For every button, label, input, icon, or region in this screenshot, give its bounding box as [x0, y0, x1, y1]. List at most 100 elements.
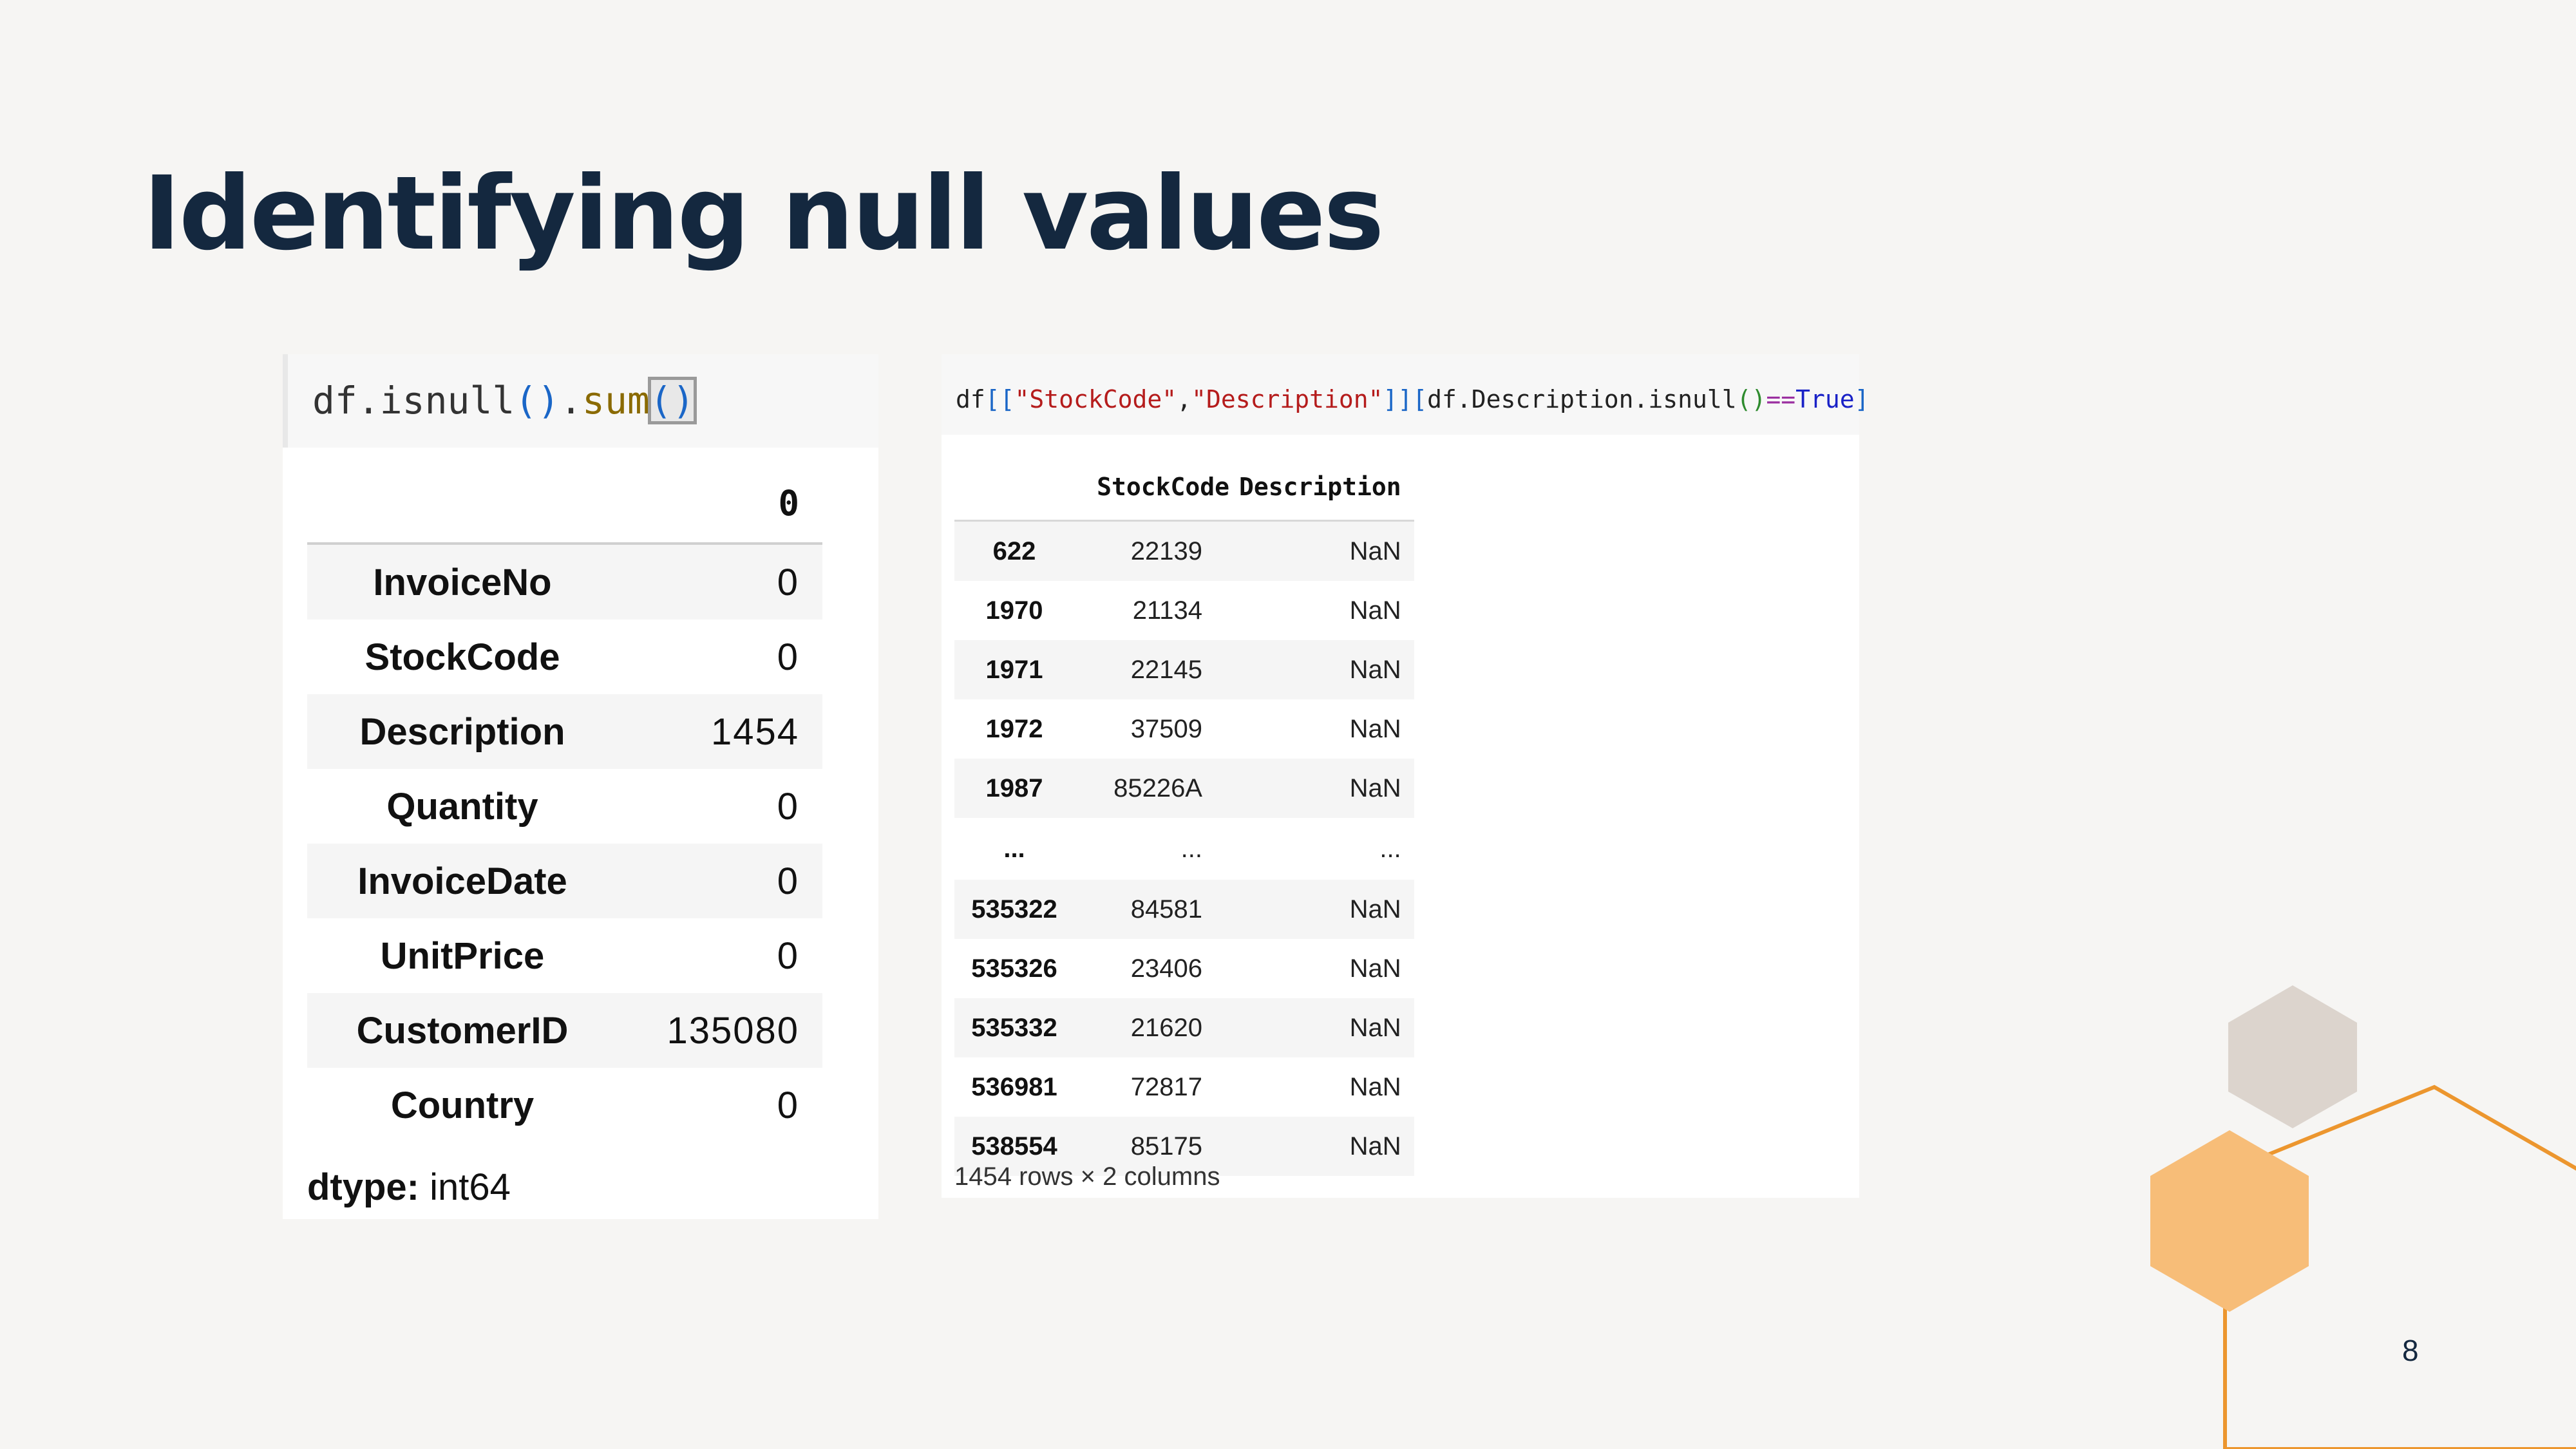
row-value: 0 [777, 1084, 799, 1126]
row-index: InvoiceDate [307, 844, 618, 918]
code-paren-close: ) [672, 379, 695, 422]
stockcode-cell: 21134 [1132, 596, 1202, 625]
description-cell: NaN [1349, 714, 1401, 743]
row-index: Description [307, 694, 618, 769]
table-row: StockCode 0 [307, 620, 822, 694]
code-keyword: True [1795, 385, 1855, 413]
isnull-sum-code: df.isnull().sum() [283, 354, 878, 448]
stockcode-cell: 23406 [1130, 954, 1202, 983]
row-index: 535322 [954, 880, 1074, 939]
table-row: 535322 84581 NaN [954, 880, 1414, 939]
ellipsis-row: ... ... ... [954, 818, 1414, 880]
code-parens: () [1736, 385, 1766, 413]
code-obj: df [312, 379, 357, 422]
row-index: ... [1003, 834, 1025, 863]
code-bracket: ] [1854, 385, 1870, 413]
table-row: CustomerID 135080 [307, 993, 822, 1068]
table-row: 1987 85226A NaN [954, 759, 1414, 818]
code-comma: , [1177, 385, 1192, 413]
table-row: 622 22139 NaN [954, 520, 1414, 581]
code-expression: df.Description.isnull [1427, 385, 1737, 413]
slide-title: Identifying null values [143, 155, 1384, 273]
row-index: 622 [954, 520, 1074, 581]
description-cell: NaN [1238, 998, 1414, 1057]
code-paren-open: ( [649, 379, 672, 422]
table-header-row: StockCode Description [954, 454, 1414, 521]
row-index: InvoiceNo [307, 544, 618, 620]
stockcode-cell: 84581 [1074, 880, 1238, 939]
code-dot: . [560, 379, 583, 422]
row-value: 0 [777, 785, 799, 828]
table-row: UnitPrice 0 [307, 918, 822, 993]
dataframe-table: StockCode Description 622 22139 NaN 1970… [954, 454, 1414, 1176]
code-paren-open: ( [515, 379, 538, 422]
description-cell: NaN [1238, 520, 1414, 581]
stockcode-cell: 37509 [1130, 714, 1202, 743]
description-cell: NaN [1349, 954, 1401, 983]
table-row: Description 1454 [307, 694, 822, 769]
row-value: 0 [618, 544, 822, 620]
description-cell: NaN [1238, 880, 1414, 939]
row-index: Quantity [386, 785, 538, 828]
orange-hexagon-shape [2150, 1130, 2309, 1312]
filter-code: df[["StockCode","Description"]][df.Descr… [942, 354, 1870, 435]
description-cell: NaN [1238, 640, 1414, 699]
row-value: 0 [777, 934, 799, 977]
orange-hexagon-outline [2223, 1084, 2576, 1449]
code-obj: df [956, 385, 985, 413]
stockcode-cell: 22139 [1074, 520, 1238, 581]
description-cell: NaN [1349, 1072, 1401, 1101]
description-cell: NaN [1238, 1117, 1414, 1176]
row-index: 536981 [971, 1072, 1057, 1101]
table-row: 1972 37509 NaN [954, 699, 1414, 759]
code-dot: . [357, 379, 380, 422]
row-index: CustomerID [307, 993, 618, 1068]
description-header: Description [1239, 473, 1401, 501]
page-number: 8 [2402, 1334, 2419, 1367]
row-value: 0 [777, 636, 799, 678]
table-row: Quantity 0 [307, 769, 822, 844]
stockcode-cell: 72817 [1130, 1072, 1202, 1101]
null-description-panel: df[["StockCode","Description"]][df.Descr… [942, 354, 1870, 1198]
row-index: StockCode [365, 636, 560, 678]
table-header-row: 0 [307, 464, 822, 544]
stockcode-header: StockCode [1097, 473, 1229, 501]
row-index: 1972 [985, 714, 1043, 743]
gray-hexagon-shape [2228, 985, 2357, 1128]
table-row: Country 0 [307, 1068, 822, 1142]
code-paren-close: ) [537, 379, 560, 422]
table-row: InvoiceDate 0 [307, 844, 822, 918]
code-bracket: [[ [985, 385, 1015, 413]
stockcode-cell: 85226A [1074, 759, 1238, 818]
row-value: 135080 [618, 993, 822, 1068]
row-index: 535326 [971, 954, 1057, 983]
description-cell: ... [1379, 834, 1401, 863]
row-index: 1987 [954, 759, 1074, 818]
dtype-label: dtype: [307, 1166, 419, 1208]
table-row: 535332 21620 NaN [954, 998, 1414, 1057]
row-index: UnitPrice [380, 934, 545, 977]
row-index: 1971 [954, 640, 1074, 699]
column-header: 0 [778, 482, 799, 524]
stockcode-cell: 22145 [1074, 640, 1238, 699]
row-count-footer: 1454 rows × 2 columns [954, 1162, 1220, 1191]
isnull-sum-panel: df.isnull().sum() 0 InvoiceNo 0 StockCod… [283, 354, 878, 1219]
description-cell: NaN [1349, 596, 1401, 625]
table-row: 1970 21134 NaN [954, 581, 1414, 640]
code-method-sum: sum [582, 379, 650, 422]
null-count-table: 0 InvoiceNo 0 StockCode 0 Description 14… [307, 464, 822, 1142]
code-method-isnull: isnull [379, 379, 515, 422]
row-index: Country [390, 1084, 535, 1126]
code-string: "Description" [1191, 385, 1383, 413]
row-index: 1970 [985, 596, 1043, 625]
index-header [307, 464, 618, 544]
description-cell: NaN [1238, 759, 1414, 818]
row-value: 0 [618, 844, 822, 918]
table-row: 536981 72817 NaN [954, 1057, 1414, 1117]
row-index: 535332 [954, 998, 1074, 1057]
dtype-value: int64 [419, 1166, 511, 1208]
row-value: 1454 [618, 694, 822, 769]
code-string: "StockCode" [1014, 385, 1177, 413]
table-row: 535326 23406 NaN [954, 939, 1414, 998]
stockcode-cell: ... [1180, 834, 1202, 863]
